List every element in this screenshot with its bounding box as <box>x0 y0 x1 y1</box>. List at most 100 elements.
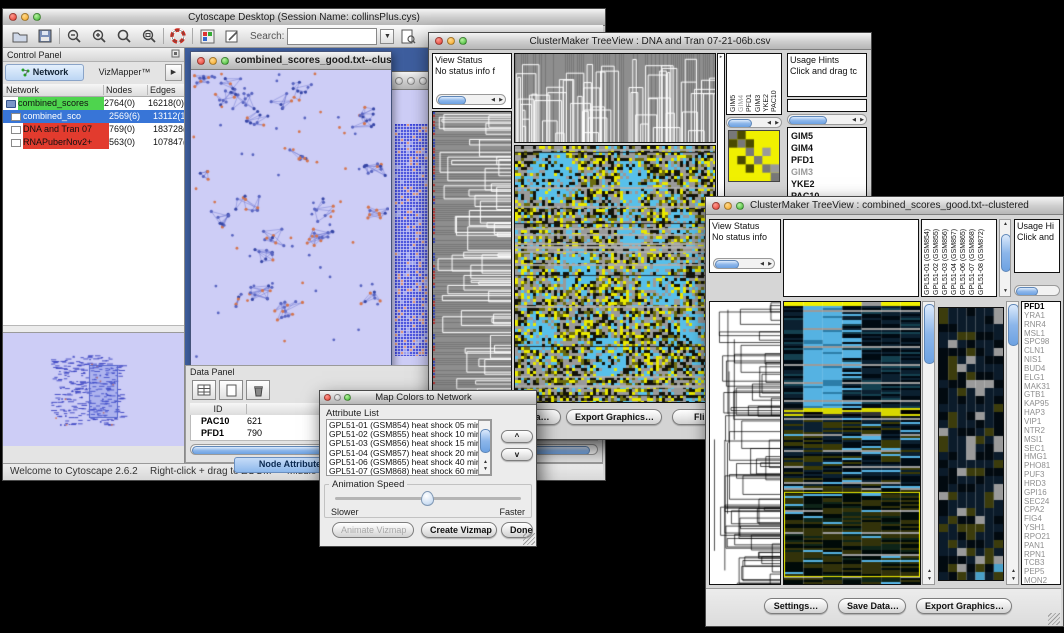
speed-slider-thumb[interactable] <box>421 491 434 506</box>
row-dendrogram-panel[interactable] <box>432 111 512 403</box>
minimize-button[interactable] <box>407 77 415 85</box>
row-dendrogram[interactable] <box>710 302 780 584</box>
gene-labels-hscrollbar[interactable]: ◀ ▶ <box>787 114 867 125</box>
overview-divider[interactable] <box>3 325 184 332</box>
minimize-button[interactable] <box>447 37 455 45</box>
export-graphics-button[interactable]: Export Graphics… <box>566 409 662 425</box>
column-label[interactable]: GPL51-03 (GSM856) <box>942 221 950 295</box>
zoom-button[interactable] <box>736 202 744 210</box>
gene-label[interactable]: YKE2 <box>791 178 863 190</box>
scrollbar-thumb[interactable] <box>728 119 752 128</box>
network-graph-view[interactable] <box>191 70 389 371</box>
attribute-item[interactable]: GPL51-03 (GSM856) heat shock 15 min <box>329 439 489 448</box>
column-dendrogram-panel[interactable] <box>514 53 716 143</box>
scroll-right-icon[interactable]: ▶ <box>499 98 503 103</box>
attribute-item[interactable]: GPL51-07 (GSM868) heat shock 60 min <box>329 467 489 476</box>
scrollbar-thumb[interactable] <box>715 260 739 269</box>
zoom-button[interactable] <box>344 394 351 401</box>
attribute-item[interactable]: GPL51-06 (GSM865) heat shock 40 min <box>329 458 489 467</box>
zoom-button[interactable] <box>459 37 467 45</box>
column-label[interactable]: GPL51-04 (GSM857) <box>951 221 959 295</box>
close-button[interactable] <box>712 202 720 210</box>
heatmap-vscrollbar[interactable]: ▲ ▼ <box>922 301 935 585</box>
close-button[interactable] <box>435 37 443 45</box>
network-row[interactable]: DNA and Tran 07 769(0) 183728(0) <box>3 123 184 136</box>
network-row[interactable]: combined_sco 2569(6) 13112(15) <box>3 110 184 123</box>
gene-label[interactable]: GIM5 <box>791 130 863 142</box>
column-label[interactable]: YKE2 <box>763 56 770 112</box>
resize-grip[interactable] <box>1048 613 1060 625</box>
scrollbar-thumb[interactable] <box>924 304 935 364</box>
global-heatmap[interactable] <box>784 302 920 584</box>
search-index-icon[interactable] <box>397 26 419 46</box>
close-button[interactable] <box>197 57 205 65</box>
scroll-up-icon[interactable]: ▲ <box>483 460 488 465</box>
gene-label[interactable]: PFD1 <box>791 154 863 166</box>
network-overview-thumbnail[interactable] <box>3 333 181 444</box>
zoom-heatmap-matrix[interactable] <box>728 130 780 182</box>
zoom-heatmap-panel[interactable] <box>938 307 1004 581</box>
column-label[interactable]: GPL51-06 (GSM865) <box>960 221 968 295</box>
scroll-down-icon[interactable]: ▼ <box>483 467 488 472</box>
search-input[interactable] <box>287 28 377 45</box>
gene-label[interactable]: GIM4 <box>791 142 863 154</box>
column-dendrogram-panel[interactable] <box>783 219 919 297</box>
scroll-up-icon[interactable]: ▲ <box>1003 222 1008 227</box>
search-dropdown-icon[interactable]: ▼ <box>380 29 394 44</box>
network-view-frame[interactable]: combined_scores_good.txt--cluste... <box>190 51 392 373</box>
treeview-clustered-titlebar[interactable]: ClusterMaker TreeView : combined_scores_… <box>706 197 1063 215</box>
view-status-hscrollbar[interactable]: ◀ ▶ <box>713 258 775 269</box>
settings-button[interactable]: Settings… <box>764 598 828 614</box>
zoom-labels-hscrollbar[interactable]: ◀ ▶ <box>726 117 782 128</box>
save-session-icon[interactable] <box>34 26 56 46</box>
tab-overflow-arrow-icon[interactable]: ▶ <box>165 64 182 81</box>
scroll-up-icon[interactable]: ▲ <box>927 569 932 574</box>
zoom-out-icon[interactable] <box>63 26 85 46</box>
zoom-button[interactable] <box>221 57 229 65</box>
attribute-item[interactable]: GPL51-04 (GSM857) heat shock 20 min <box>329 449 489 458</box>
zoom-selected-icon[interactable] <box>113 26 135 46</box>
column-dendrogram[interactable] <box>515 54 715 142</box>
gene-label[interactable]: GIM3 <box>791 166 863 178</box>
zoom-heatmap[interactable] <box>939 308 1003 580</box>
usage-hints-hscrollbar[interactable] <box>1014 285 1060 296</box>
scroll-left-icon[interactable]: ◀ <box>767 121 771 126</box>
animate-vizmap-button[interactable]: Animate Vizmap <box>332 522 414 538</box>
zoom-in-icon[interactable] <box>88 26 110 46</box>
export-graphics-button[interactable]: Export Graphics… <box>916 598 1012 614</box>
global-heatmap[interactable] <box>515 146 715 402</box>
scrollbar-thumb[interactable] <box>1008 304 1019 346</box>
id-column-header[interactable]: ID <box>190 404 247 414</box>
move-up-button[interactable]: ^ <box>501 430 533 443</box>
dialog-titlebar[interactable]: Map Colors to Network <box>320 391 536 405</box>
attribute-list-vscrollbar[interactable]: ▲ ▼ <box>478 420 491 475</box>
zoom-vscrollbar[interactable]: ▲ ▼ <box>1006 301 1019 585</box>
scrollbar-thumb[interactable] <box>438 96 466 105</box>
float-panel-icon[interactable] <box>171 49 180 60</box>
delete-attribute-icon[interactable] <box>246 380 270 400</box>
minimize-button[interactable] <box>209 57 217 65</box>
minimize-button[interactable] <box>21 13 29 21</box>
col-nodes[interactable]: Nodes <box>104 85 148 95</box>
vizmapper-icon[interactable] <box>196 26 218 46</box>
column-label[interactable]: GIM4 <box>738 56 745 112</box>
resize-grip[interactable] <box>523 533 535 545</box>
column-label[interactable]: PFD1 <box>746 56 753 112</box>
scrollbar-thumb[interactable] <box>480 429 491 453</box>
row-dendrogram[interactable] <box>433 112 511 402</box>
col-network[interactable]: Network <box>3 85 104 95</box>
scroll-up-icon[interactable]: ▲ <box>1011 569 1016 574</box>
attribute-item[interactable]: GPL51-01 (GSM854) heat shock 05 min <box>329 421 489 430</box>
tab-vizmapper[interactable]: VizMapper™ <box>86 67 163 77</box>
column-label[interactable]: GPL51-02 (GSM855) <box>933 221 941 295</box>
open-session-icon[interactable] <box>9 26 31 46</box>
cytoscape-titlebar[interactable]: Cytoscape Desktop (Session Name: collins… <box>3 9 605 26</box>
gene-label[interactable]: MON2 <box>1024 577 1058 585</box>
column-labels-vscrollbar[interactable]: ▲ ▼ <box>999 219 1011 297</box>
close-button[interactable] <box>9 13 17 21</box>
global-heatmap-panel[interactable] <box>783 301 921 585</box>
column-label[interactable]: GIM3 <box>755 56 762 112</box>
scroll-right-icon[interactable]: ▶ <box>768 262 772 267</box>
zoom-fit-icon[interactable] <box>138 26 160 46</box>
column-label[interactable]: GIM5 <box>730 56 737 112</box>
